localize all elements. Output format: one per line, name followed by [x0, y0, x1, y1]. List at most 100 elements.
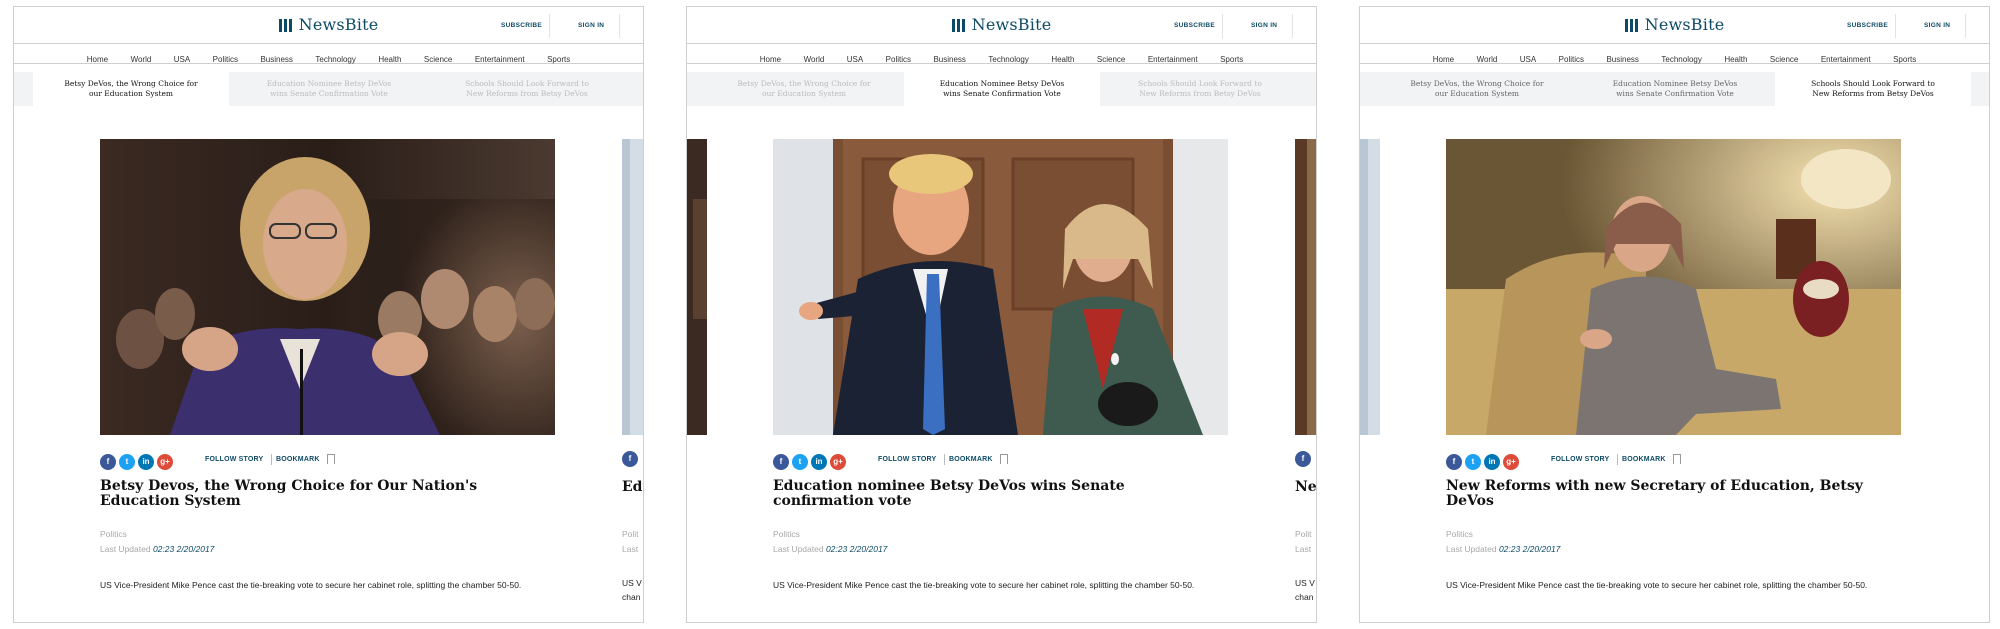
nav-science[interactable]: Science	[1097, 55, 1125, 64]
nav-sports[interactable]: Sports	[1220, 55, 1243, 64]
article-category[interactable]: Politics	[1446, 529, 1473, 539]
nav-entertainment[interactable]: Entertainment	[1148, 55, 1198, 64]
next-summary-peek-2: chan	[1295, 592, 1314, 602]
previous-slide-peek[interactable]	[1360, 139, 1380, 435]
nav-business[interactable]: Business	[933, 55, 965, 64]
next-headline-peek: Edu	[622, 479, 643, 495]
nav-world[interactable]: World	[804, 55, 825, 64]
subscribe-link[interactable]: SUBSCRIBE	[501, 22, 542, 29]
facebook-icon: f	[622, 451, 638, 467]
nav-entertainment[interactable]: Entertainment	[475, 55, 525, 64]
article-headline[interactable]: Education nominee Betsy DeVos wins Senat…	[773, 479, 1203, 509]
next-slide-peek[interactable]	[1295, 139, 1316, 435]
bookmark-link[interactable]: BOOKMARK	[276, 456, 320, 463]
story-tab-3[interactable]: Schools Should Look Forward to New Reform…	[1102, 72, 1298, 106]
sign-in-link[interactable]: SIGN IN	[578, 22, 604, 29]
next-category-peek: Polit	[622, 529, 639, 539]
story-tab-1[interactable]: Betsy DeVos, the Wrong Choice for our Edu…	[706, 72, 902, 106]
logo-text: NewsBite	[298, 15, 379, 34]
nav-usa[interactable]: USA	[174, 55, 190, 64]
bookmark-icon[interactable]	[1000, 454, 1008, 464]
nav-politics[interactable]: Politics	[213, 55, 238, 64]
nav-sports[interactable]: Sports	[547, 55, 570, 64]
nav-health[interactable]: Health	[378, 55, 401, 64]
subscribe-link[interactable]: SUBSCRIBE	[1174, 22, 1215, 29]
twitter-icon[interactable]: t	[792, 454, 808, 470]
nav-business[interactable]: Business	[1606, 55, 1638, 64]
nav-world[interactable]: World	[131, 55, 152, 64]
subscribe-link[interactable]: SUBSCRIBE	[1847, 22, 1888, 29]
header: NewsBite SUBSCRIBE SIGN IN	[687, 7, 1316, 44]
article-updated: Last Updated 02:23 2/20/2017	[773, 544, 888, 554]
nav-technology[interactable]: Technology	[988, 55, 1028, 64]
nav-technology[interactable]: Technology	[1661, 55, 1701, 64]
nav-sports[interactable]: Sports	[1893, 55, 1916, 64]
nav-world[interactable]: World	[1477, 55, 1498, 64]
nav-technology[interactable]: Technology	[315, 55, 355, 64]
linkedin-icon[interactable]: in	[811, 454, 827, 470]
article-category[interactable]: Politics	[773, 529, 800, 539]
nav-home[interactable]: Home	[87, 55, 108, 64]
nav-business[interactable]: Business	[260, 55, 292, 64]
bookmark-icon[interactable]	[327, 454, 335, 464]
share-bar: f t in g+	[100, 451, 176, 470]
facebook-icon[interactable]: f	[773, 454, 789, 470]
google-plus-icon[interactable]: g+	[830, 454, 846, 470]
story-tabs: Betsy DeVos, the Wrong Choice for our Edu…	[687, 72, 1316, 106]
story-tab-2[interactable]: Education Nominee Betsy DeVos wins Senate…	[904, 72, 1100, 106]
bookmark-icon[interactable]	[1673, 454, 1681, 464]
story-tab-1[interactable]: Betsy DeVos, the Wrong Choice for our Edu…	[33, 72, 229, 106]
follow-story-link[interactable]: FOLLOW STORY	[1551, 456, 1609, 463]
story-tab-1[interactable]: Betsy DeVos, the Wrong Choice for our Edu…	[1379, 72, 1575, 106]
follow-story-link[interactable]: FOLLOW STORY	[205, 456, 263, 463]
article-summary: US Vice-President Mike Pence cast the ti…	[100, 580, 522, 590]
nav-science[interactable]: Science	[424, 55, 452, 64]
story-tab-3[interactable]: Schools Should Look Forward to New Reform…	[429, 72, 625, 106]
article-updated: Last Updated 02:23 2/20/2017	[1446, 544, 1561, 554]
nav-entertainment[interactable]: Entertainment	[1821, 55, 1871, 64]
article-headline[interactable]: Betsy Devos, the Wrong Choice for Our Na…	[100, 479, 530, 509]
next-updated-peek: Last	[1295, 544, 1312, 554]
nav-home[interactable]: Home	[760, 55, 781, 64]
story-tab-3[interactable]: Schools Should Look Forward to New Reform…	[1775, 72, 1971, 106]
nav-health[interactable]: Health	[1051, 55, 1074, 64]
article-category[interactable]: Politics	[100, 529, 127, 539]
story-tab-2[interactable]: Education Nominee Betsy DeVos wins Senate…	[231, 72, 427, 106]
logo-bars-icon	[951, 17, 967, 36]
nav-usa[interactable]: USA	[847, 55, 863, 64]
linkedin-icon[interactable]: in	[1484, 454, 1500, 470]
nav-home[interactable]: Home	[1433, 55, 1454, 64]
nav-politics[interactable]: Politics	[1559, 55, 1584, 64]
linkedin-icon[interactable]: in	[138, 454, 154, 470]
story-tab-2[interactable]: Education Nominee Betsy DeVos wins Senate…	[1577, 72, 1773, 106]
twitter-icon[interactable]: t	[119, 454, 135, 470]
nav-politics[interactable]: Politics	[886, 55, 911, 64]
previous-slide-peek[interactable]	[687, 139, 707, 435]
nav-usa[interactable]: USA	[1520, 55, 1536, 64]
facebook-icon[interactable]: f	[100, 454, 116, 470]
bookmark-link[interactable]: BOOKMARK	[1622, 456, 1666, 463]
nav-science[interactable]: Science	[1770, 55, 1798, 64]
article-headline[interactable]: New Reforms with new Secretary of Educat…	[1446, 479, 1876, 509]
article-carousel-frame-1: NewsBite SUBSCRIBE SIGN IN Home World US…	[13, 6, 644, 623]
next-slide-peek[interactable]	[622, 139, 643, 435]
next-summary-peek: US V	[622, 578, 642, 588]
twitter-icon[interactable]: t	[1465, 454, 1481, 470]
share-bar: f t in g+	[773, 451, 849, 470]
article-photo	[100, 139, 555, 435]
sign-in-link[interactable]: SIGN IN	[1251, 22, 1277, 29]
google-plus-icon[interactable]: g+	[157, 454, 173, 470]
sign-in-link[interactable]: SIGN IN	[1924, 22, 1950, 29]
story-tabs: Betsy DeVos, the Wrong Choice for our Edu…	[14, 72, 643, 106]
logo-bars-icon	[278, 17, 294, 36]
next-summary-peek: US V	[1295, 578, 1315, 588]
article-carousel-frame-3: NewsBite SUBSCRIBE SIGN IN Home World US…	[1359, 6, 1990, 623]
bookmark-link[interactable]: BOOKMARK	[949, 456, 993, 463]
google-plus-icon[interactable]: g+	[1503, 454, 1519, 470]
facebook-icon[interactable]: f	[1446, 454, 1462, 470]
main-nav: Home World USA Politics Business Technol…	[1360, 44, 1989, 64]
story-tabs: Betsy DeVos, the Wrong Choice for our Edu…	[1360, 72, 1989, 106]
logo-bars-icon	[1624, 17, 1640, 36]
nav-health[interactable]: Health	[1724, 55, 1747, 64]
follow-story-link[interactable]: FOLLOW STORY	[878, 456, 936, 463]
